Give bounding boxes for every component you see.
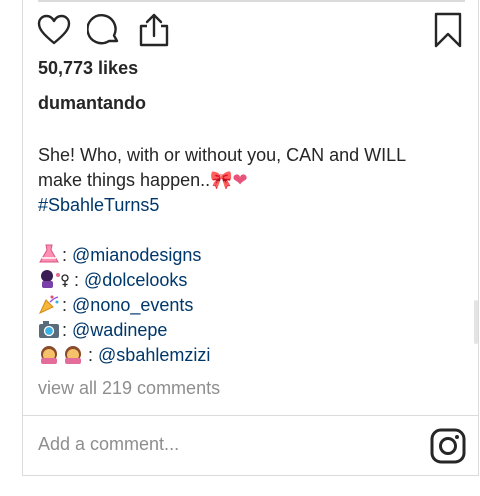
dress-emoji [39,244,59,263]
camera-emoji [39,321,59,338]
like-button[interactable] [36,12,72,48]
post-author[interactable]: dumantando [38,93,146,114]
credit-handle[interactable]: @dolcelooks [84,270,187,290]
scrollbar[interactable] [474,300,478,344]
comment-icon [87,13,119,45]
credit-line: : @sbahlemzizi [38,343,448,368]
post-divider-top [38,0,465,2]
action-bar [36,12,466,48]
likes-count[interactable]: 50,773 likes [38,58,138,79]
credit-separator: : [62,320,68,340]
instagram-icon[interactable] [430,428,466,464]
credit-handle[interactable]: @mianodesigns [72,245,201,265]
party-popper-emoji [38,295,59,314]
share-button[interactable] [136,12,172,48]
credit-separator: : [88,345,94,365]
post-caption: She! Who, with or without you, CAN and W… [38,143,448,368]
add-comment-input[interactable]: Add a comment... [38,434,179,455]
caption-line-2: make things happen..🎀❤ [38,168,448,193]
share-icon [139,13,169,47]
credit-line: : @dolcelooks [38,268,448,293]
bookmark-icon [434,12,462,48]
hashtag-link[interactable]: #SbahleTurns5 [38,193,448,218]
comment-button[interactable] [86,12,122,48]
credit-handle[interactable]: @wadinepe [72,320,167,340]
credit-handle[interactable]: @sbahlemzizi [98,345,210,365]
girls-emoji [41,346,81,364]
ribbon-heart-emoji: 🎀❤ [210,170,248,190]
caption-line-2-text: make things happen.. [38,170,211,190]
nail-polish-emoji [41,270,69,288]
caption-line-1: She! Who, with or without you, CAN and W… [38,145,407,165]
credit-separator: : [74,270,80,290]
credit-separator: : [62,295,68,315]
view-all-comments-link[interactable]: view all 219 comments [38,378,220,399]
bookmark-button[interactable] [430,12,466,48]
credit-line: : @wadinepe [38,318,448,343]
credit-handle[interactable]: @nono_events [72,295,193,315]
heart-icon [37,14,71,45]
credit-line: : @nono_events [38,293,448,318]
credit-line: : @mianodesigns [38,243,448,268]
credit-separator: : [62,245,68,265]
comment-divider [22,415,479,416]
